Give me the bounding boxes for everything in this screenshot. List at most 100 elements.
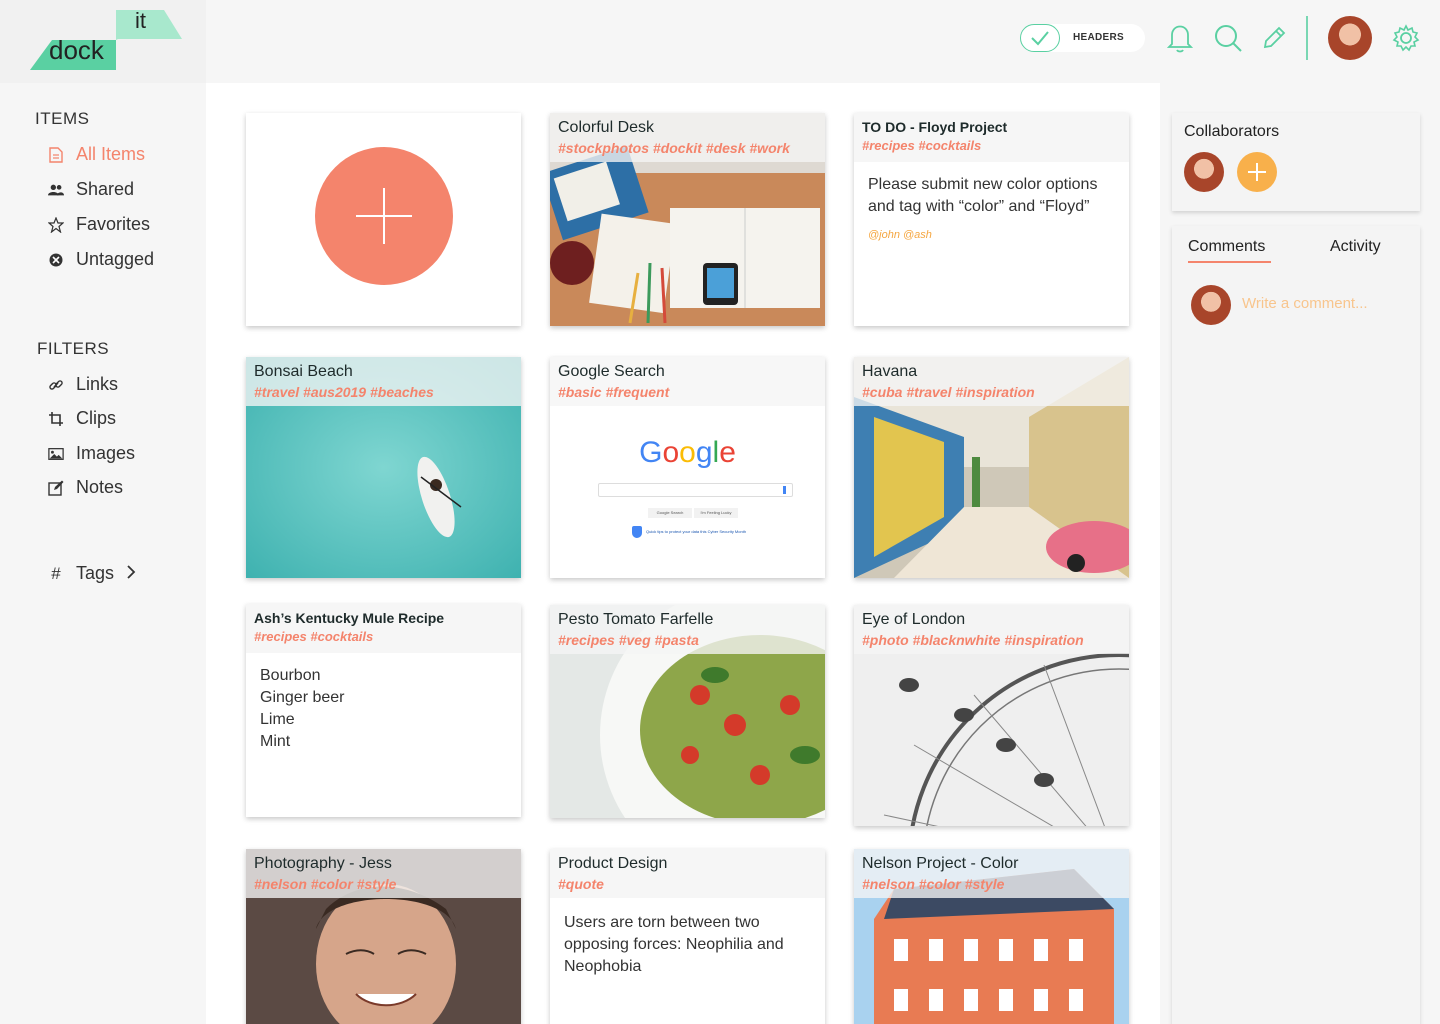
card-header: Havana #cuba #travel #inspiration xyxy=(854,357,1129,406)
google-screenshot: Google Google Search I'm Feeling Lucky Q… xyxy=(550,406,825,578)
sidebar-item-clips[interactable]: Clips xyxy=(48,408,116,429)
card-tags: #travel #aus2019 #beaches xyxy=(254,384,434,400)
comment-input[interactable] xyxy=(1242,295,1422,312)
document-icon xyxy=(48,146,64,163)
card-title: Havana xyxy=(862,363,918,380)
sidebar-item-label: Shared xyxy=(76,179,135,199)
check-icon[interactable] xyxy=(1020,24,1060,52)
hash-icon: # xyxy=(51,563,61,583)
card-pesto[interactable]: Pesto Tomato Farfelle #recipes #veg #pas… xyxy=(550,605,825,818)
card-tags: #recipes #cocktails xyxy=(254,629,374,644)
sidebar-item-label: Clips xyxy=(76,408,117,428)
items-heading: ITEMS xyxy=(35,109,90,128)
logo-text-dock: dock xyxy=(49,35,104,65)
right-panel: Collaborators Comments Activity xyxy=(1160,83,1440,1024)
sidebar-item-label: Links xyxy=(76,374,119,394)
card-photography-jess[interactable]: Photography - Jess #nelson #color #style xyxy=(246,849,521,1024)
card-todo-floyd[interactable]: TO DO - Floyd Project #recipes #cocktail… xyxy=(854,113,1129,326)
list-item: Lime xyxy=(260,711,295,728)
topbar-divider xyxy=(1306,16,1308,60)
google-search-btn: Google Search xyxy=(648,508,692,518)
headers-toggle[interactable]: HEADERS xyxy=(1020,24,1145,52)
logo-area: dock it xyxy=(0,0,206,83)
shield-icon xyxy=(632,526,642,538)
users-icon xyxy=(48,182,64,198)
add-item-button[interactable] xyxy=(315,147,453,285)
google-search-box xyxy=(598,483,793,497)
pencil-icon[interactable] xyxy=(1258,22,1290,54)
sidebar-item-tags[interactable]: # Tags xyxy=(48,563,136,584)
card-header: TO DO - Floyd Project #recipes #cocktail… xyxy=(854,113,1129,162)
sidebar-item-all-items[interactable]: All Items xyxy=(48,144,145,165)
sidebar-item-notes[interactable]: Notes xyxy=(48,477,123,498)
card-eye-of-london[interactable]: Eye of London #photo #blacknwhite #inspi… xyxy=(854,605,1129,826)
sidebar-item-untagged[interactable]: Untagged xyxy=(48,249,154,270)
card-title: TO DO - Floyd Project xyxy=(862,119,1008,135)
card-product-design[interactable]: Product Design #quote Users are torn bet… xyxy=(550,849,825,1024)
sidebar-item-label: Images xyxy=(76,443,136,463)
card-header: Eye of London #photo #blacknwhite #inspi… xyxy=(854,605,1129,654)
card-title: Nelson Project - Color xyxy=(862,855,1019,872)
sidebar-item-label: Untagged xyxy=(76,249,155,269)
quote-text: Users are torn between two opposing forc… xyxy=(564,914,784,975)
card-tags: #stockphotos #dockit #desk #work xyxy=(558,140,790,156)
card-title: Bonsai Beach xyxy=(254,363,353,380)
sidebar-item-label: Notes xyxy=(76,477,124,497)
card-tags: #quote xyxy=(558,876,604,892)
list-item: Bourbon xyxy=(260,667,321,684)
logo-text-it: it xyxy=(135,8,146,33)
card-header: Pesto Tomato Farfelle #recipes #veg #pas… xyxy=(550,605,825,654)
card-header: Nelson Project - Color #nelson #color #s… xyxy=(854,849,1129,898)
sidebar-item-favorites[interactable]: Favorites xyxy=(48,214,150,235)
add-collaborator-button[interactable] xyxy=(1237,152,1277,192)
sidebar-item-images[interactable]: Images xyxy=(48,443,135,464)
comments-box: Comments Activity xyxy=(1172,226,1422,1024)
tab-activity[interactable]: Activity xyxy=(1330,238,1381,256)
card-tags: #nelson #color #style xyxy=(862,876,1005,892)
sidebar-item-label: Tags xyxy=(76,563,115,583)
list-item: Ginger beer xyxy=(260,689,345,706)
search-icon[interactable] xyxy=(1212,22,1244,54)
collaborators-title: Collaborators xyxy=(1184,123,1280,140)
add-item-card[interactable] xyxy=(246,113,521,326)
card-bonsai-beach[interactable]: Bonsai Beach #travel #aus2019 #beaches xyxy=(246,357,521,578)
card-header: Bonsai Beach #travel #aus2019 #beaches xyxy=(246,357,521,406)
card-tags: #recipes #cocktails xyxy=(862,138,982,153)
sidebar-item-links[interactable]: Links xyxy=(48,374,118,395)
bell-icon[interactable] xyxy=(1164,22,1196,54)
card-title: Pesto Tomato Farfelle xyxy=(558,611,714,628)
card-title: Colorful Desk xyxy=(558,119,655,136)
card-colorful-desk[interactable]: Colorful Desk #stockphotos #dockit #desk… xyxy=(550,113,825,326)
card-title: Eye of London xyxy=(862,611,966,628)
card-tags: #nelson #color #style xyxy=(254,876,397,892)
card-tags: #cuba #travel #inspiration xyxy=(862,384,1035,400)
chevron-right-icon xyxy=(126,563,136,584)
sidebar-item-shared[interactable]: Shared xyxy=(48,179,134,200)
google-logo: Google xyxy=(639,436,736,469)
card-tags: #basic #frequent xyxy=(558,384,670,400)
tab-comments[interactable]: Comments xyxy=(1188,238,1265,256)
untagged-icon xyxy=(48,252,64,268)
card-body: Users are torn between two opposing forc… xyxy=(550,898,825,992)
plus-icon xyxy=(1248,163,1266,181)
gear-icon[interactable] xyxy=(1390,22,1422,54)
list-item: Mint xyxy=(260,733,291,750)
user-avatar[interactable] xyxy=(1328,16,1372,60)
image-icon xyxy=(48,446,64,462)
card-title: Ash’s Kentucky Mule Recipe xyxy=(254,610,445,626)
todo-text: Please submit new color options and tag … xyxy=(868,176,1098,215)
feeling-lucky-btn: I'm Feeling Lucky xyxy=(694,508,738,518)
card-title: Product Design xyxy=(558,855,668,872)
collaborators-box: Collaborators xyxy=(1172,113,1420,211)
card-google-search[interactable]: Google Search #basic #frequent Google Go… xyxy=(550,357,825,578)
card-nelson-project[interactable]: Nelson Project - Color #nelson #color #s… xyxy=(854,849,1129,1024)
collaborator-avatar[interactable] xyxy=(1184,152,1224,192)
star-icon xyxy=(48,216,64,233)
card-kentucky-mule[interactable]: Ash’s Kentucky Mule Recipe #recipes #coc… xyxy=(246,604,521,817)
crop-icon xyxy=(48,411,64,427)
card-header: Google Search #basic #frequent xyxy=(550,357,825,406)
note-icon xyxy=(48,480,64,496)
card-havana[interactable]: Havana #cuba #travel #inspiration xyxy=(854,357,1129,578)
commenter-avatar xyxy=(1191,285,1231,325)
card-title: Photography - Jess xyxy=(254,855,392,872)
